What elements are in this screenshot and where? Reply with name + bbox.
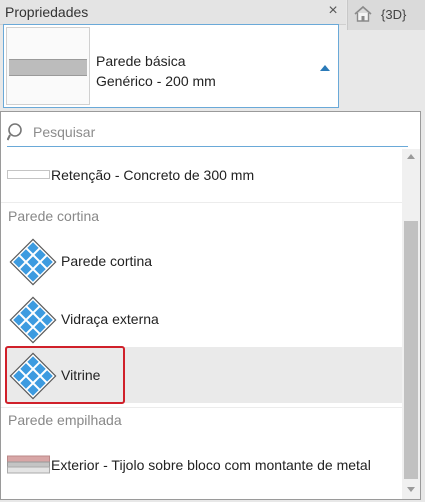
- curtain-wall-icon: [9, 238, 57, 289]
- curtain-wall-icon: [9, 296, 57, 347]
- search-row: [1, 112, 420, 149]
- scroll-down-icon[interactable]: [402, 483, 420, 497]
- view-tab-label: {3D}: [381, 7, 407, 22]
- scroll-up-icon[interactable]: [402, 149, 420, 163]
- stacked-wall-icon: [7, 455, 51, 478]
- close-icon[interactable]: ×: [325, 2, 341, 20]
- list-item-label: Vitrine: [61, 367, 101, 383]
- curtain-wall-icon: [9, 352, 57, 403]
- search-icon: [6, 122, 27, 147]
- list-item-label: Parede cortina: [61, 253, 153, 269]
- dropdown-arrow-icon[interactable]: [320, 65, 330, 71]
- search-underline: [7, 146, 408, 147]
- list-item[interactable]: Exterior - Tijolo sobre bloco com montan…: [5, 437, 402, 493]
- group-header: Parede empilhada: [8, 412, 122, 428]
- type-dropdown: Retenção - Concreto de 300 mm Parede cor…: [0, 111, 421, 500]
- type-selector[interactable]: Parede básica Genérico - 200 mm: [3, 24, 339, 108]
- list-item[interactable]: Vidraça externa: [5, 291, 402, 347]
- group-header: Parede cortina: [8, 208, 100, 224]
- type-preview-image: [6, 27, 90, 105]
- divider: [1, 202, 402, 203]
- list-item-label: Vidraça externa: [61, 311, 159, 327]
- panel-title: Propriedades: [5, 4, 89, 20]
- list-item[interactable]: Retenção - Concreto de 300 mm: [5, 154, 402, 196]
- wall-preview: [9, 59, 87, 76]
- type-type: Genérico - 200 mm: [96, 73, 216, 89]
- list-item-label: Retenção - Concreto de 300 mm: [51, 167, 255, 183]
- list-item-hovered[interactable]: Vitrine: [5, 346, 402, 404]
- type-name: Parede básica Genérico - 200 mm: [96, 51, 216, 91]
- type-list: Retenção - Concreto de 300 mm Parede cor…: [1, 149, 402, 499]
- view-tab-3d[interactable]: {3D}: [347, 0, 425, 30]
- basic-wall-icon: [7, 168, 51, 185]
- list-scrollbar[interactable]: [402, 149, 420, 499]
- home-icon[interactable]: [353, 5, 373, 28]
- search-input[interactable]: [31, 121, 395, 143]
- list-item-label: Exterior - Tijolo sobre bloco com montan…: [51, 457, 371, 473]
- properties-panel-header: Propriedades ×: [0, 0, 346, 25]
- scroll-thumb[interactable]: [404, 221, 418, 479]
- list-item[interactable]: Parede cortina: [5, 233, 402, 289]
- type-family: Parede básica: [96, 53, 186, 69]
